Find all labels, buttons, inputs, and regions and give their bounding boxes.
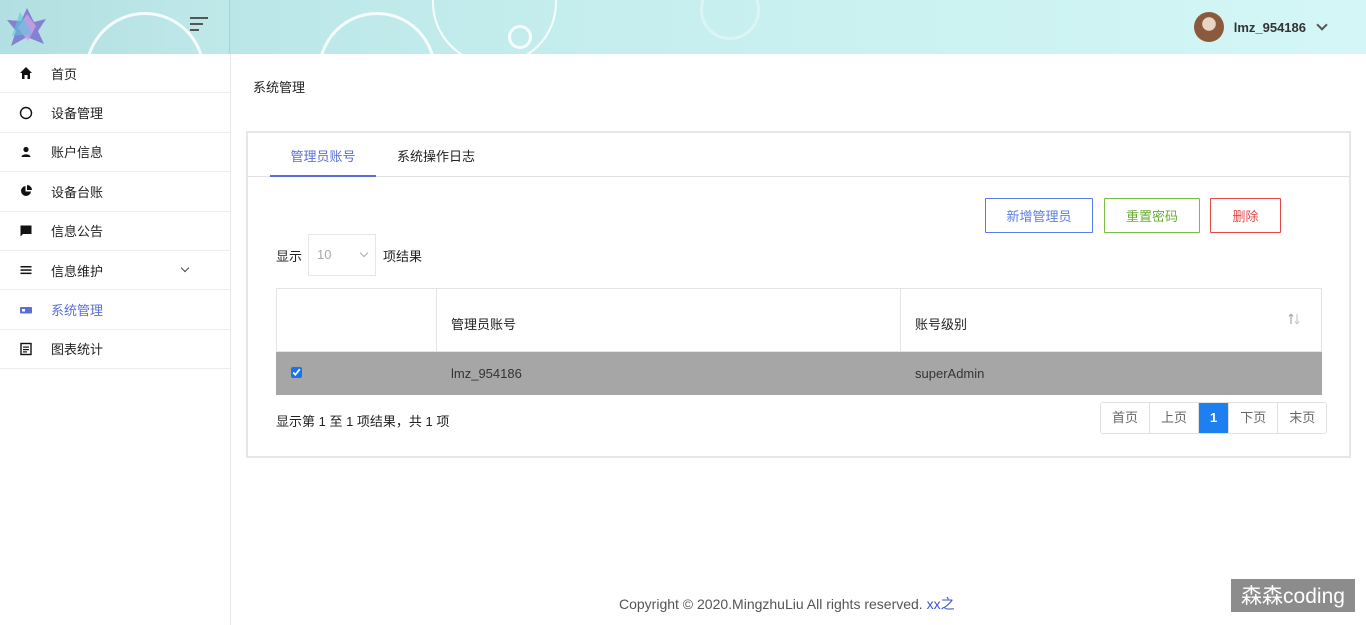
- row-checkbox-cell: [276, 351, 437, 395]
- page-length-select[interactable]: 10: [308, 234, 377, 276]
- logo-icon: [7, 8, 46, 46]
- sidebar-item-label: 信息公告: [51, 224, 104, 240]
- main-content: 系统管理 管理员账号 系统操作日志 新增管理员 重置密码 删除 显示 10 项结…: [231, 54, 1366, 625]
- header-check: [276, 288, 437, 352]
- decor-bubble: [508, 25, 532, 49]
- pagination: 首页 上页 1 下页 末页: [1100, 402, 1328, 434]
- decor-bubble: [318, 12, 436, 54]
- next-page-button[interactable]: 下页: [1229, 403, 1279, 433]
- sidebar-item-label: 图表统计: [51, 342, 104, 358]
- pie-chart-icon: [18, 183, 34, 199]
- length-suffix: 项结果: [383, 248, 423, 264]
- page-length-value: 10: [317, 247, 332, 262]
- sidebar-item-system-management[interactable]: 系统管理: [0, 290, 230, 330]
- sidebar-item-device-management[interactable]: 设备管理: [0, 93, 230, 133]
- decor-bubble: [432, 0, 557, 54]
- document-icon: [18, 341, 34, 357]
- length-prefix: 显示: [276, 248, 303, 264]
- list-icon: [18, 262, 34, 278]
- chevron-down-icon: [180, 263, 190, 273]
- user-icon: [18, 144, 34, 160]
- page-title: 系统管理: [253, 80, 306, 95]
- tab-bar: 管理员账号 系统操作日志: [248, 133, 1349, 177]
- sidebar-item-label: 账户信息: [51, 145, 104, 161]
- table-header-row: 管理员账号 账号级别: [276, 288, 1322, 352]
- cell-account: lmz_954186: [436, 351, 901, 395]
- sidebar-item-home[interactable]: 首页: [0, 54, 230, 94]
- table-row[interactable]: lmz_954186 superAdmin: [276, 351, 1322, 395]
- decor-bubble: [700, 0, 760, 40]
- reset-password-button[interactable]: 重置密码: [1104, 198, 1200, 233]
- home-icon: [18, 65, 34, 81]
- last-page-button[interactable]: 末页: [1278, 403, 1327, 433]
- header-level[interactable]: 账号级别: [900, 288, 1322, 352]
- sidebar-item-label: 设备管理: [51, 106, 104, 122]
- sidebar-item-info-maintenance[interactable]: 信息维护: [0, 251, 230, 291]
- menu-toggle-button[interactable]: [190, 17, 210, 35]
- avatar: [1193, 12, 1224, 42]
- table-info: 显示第 1 至 1 项结果，共 1 项: [276, 414, 450, 429]
- chevron-down-icon: [359, 248, 369, 258]
- sidebar-item-label: 系统管理: [51, 303, 104, 319]
- chevron-down-icon: [1316, 19, 1328, 31]
- user-menu[interactable]: lmz_954186: [1193, 11, 1328, 43]
- sidebar-item-chart-stats[interactable]: 图表统计: [0, 330, 230, 370]
- id-card-icon: [18, 302, 34, 318]
- sort-icon[interactable]: [1287, 311, 1301, 327]
- add-admin-button[interactable]: 新增管理员: [985, 198, 1093, 233]
- footer: Copyright © 2020.MingzhuLiu All rights r…: [619, 594, 955, 614]
- username: lmz_954186: [1233, 19, 1306, 35]
- sidebar-item-label: 首页: [51, 66, 78, 82]
- admin-table: 管理员账号 账号级别 lmz_954186 superAdmin: [276, 288, 1322, 395]
- prev-page-button[interactable]: 上页: [1150, 403, 1200, 433]
- header-account[interactable]: 管理员账号: [436, 288, 901, 352]
- sidebar-item-account-info[interactable]: 账户信息: [0, 133, 230, 173]
- cell-level: superAdmin: [900, 351, 1322, 395]
- content-card: 管理员账号 系统操作日志 新增管理员 重置密码 删除 显示 10 项结果 管理员…: [246, 131, 1351, 458]
- footer-link[interactable]: xx之: [927, 596, 955, 612]
- header-level-label: 账号级别: [915, 316, 968, 332]
- circle-icon: [18, 105, 34, 121]
- top-header: lmz_954186: [0, 0, 1366, 54]
- page-1-button[interactable]: 1: [1199, 403, 1230, 433]
- sidebar: 首页 设备管理 账户信息 设备台账 信息公告 信息维护 系统管理 图表统计: [0, 54, 231, 625]
- sidebar-item-label: 设备台账: [51, 184, 104, 200]
- tab-admin-accounts[interactable]: 管理员账号: [270, 133, 376, 177]
- sidebar-item-device-ledger[interactable]: 设备台账: [0, 172, 230, 212]
- message-icon: [18, 223, 34, 239]
- tab-operation-log[interactable]: 系统操作日志: [388, 133, 484, 177]
- sidebar-item-label: 信息维护: [51, 263, 104, 279]
- watermark: 森森coding: [1231, 579, 1355, 612]
- delete-button[interactable]: 删除: [1210, 198, 1281, 233]
- first-page-button[interactable]: 首页: [1101, 403, 1151, 433]
- page-length-control: 显示 10 项结果: [276, 234, 422, 276]
- row-checkbox[interactable]: [291, 366, 302, 378]
- copyright-text: Copyright © 2020.MingzhuLiu All rights r…: [619, 596, 927, 612]
- sidebar-item-announcements[interactable]: 信息公告: [0, 212, 230, 251]
